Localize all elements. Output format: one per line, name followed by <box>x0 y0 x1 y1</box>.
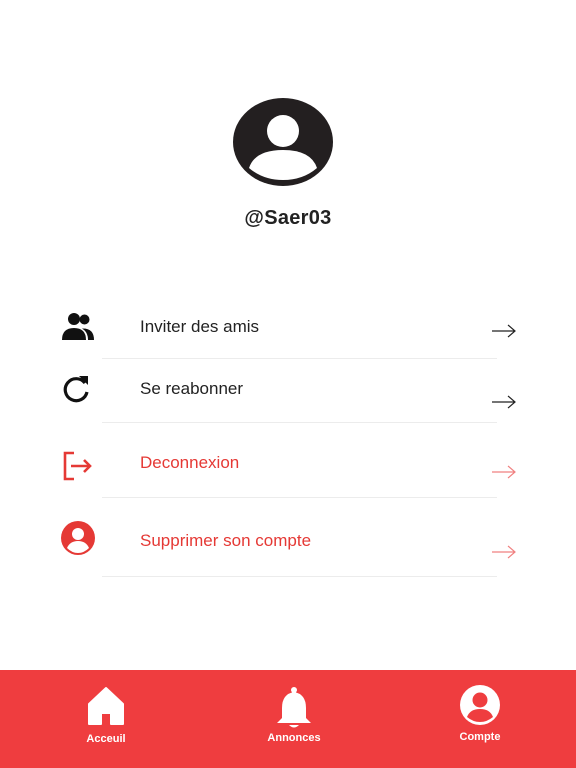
divider <box>102 358 497 359</box>
menu-item-invite-friends[interactable]: Inviter des amis <box>0 300 576 360</box>
menu-item-label: Deconnexion <box>140 453 240 472</box>
divider <box>102 576 497 577</box>
nav-label: Annonces <box>267 732 321 744</box>
arrow-right-icon <box>491 465 517 479</box>
nav-item-announcements[interactable]: Annonces <box>234 670 354 768</box>
menu-item-label: Supprimer son compte <box>140 531 312 550</box>
nav-label: Compte <box>459 731 501 743</box>
nav-label: Acceuil <box>86 733 126 745</box>
arrow-right-icon <box>491 395 517 409</box>
menu-item-resubscribe[interactable]: Se reabonner <box>0 362 576 424</box>
delete-account-icon <box>60 520 96 556</box>
people-icon <box>60 308 96 344</box>
menu-item-label: Se reabonner <box>140 379 244 398</box>
bottom-nav: Acceuil Annonces Compte <box>0 670 576 768</box>
divider <box>102 497 497 498</box>
menu-item-delete-account[interactable]: Supprimer son compte <box>0 514 576 578</box>
menu-item-logout[interactable]: Deconnexion <box>0 436 576 500</box>
profile-avatar-icon <box>233 98 333 186</box>
arrow-right-icon <box>491 324 517 338</box>
bell-icon <box>275 686 313 730</box>
arrow-right-icon <box>491 545 517 559</box>
nav-item-account[interactable]: Compte <box>420 670 540 768</box>
menu-item-label: Inviter des amis <box>140 317 260 336</box>
home-icon <box>87 686 125 726</box>
logout-icon <box>60 448 96 484</box>
refresh-icon <box>58 372 94 408</box>
nav-item-home[interactable]: Acceuil <box>46 670 166 768</box>
divider <box>102 422 497 423</box>
account-circle-icon <box>459 684 501 726</box>
username: @Saer03 <box>244 207 332 229</box>
